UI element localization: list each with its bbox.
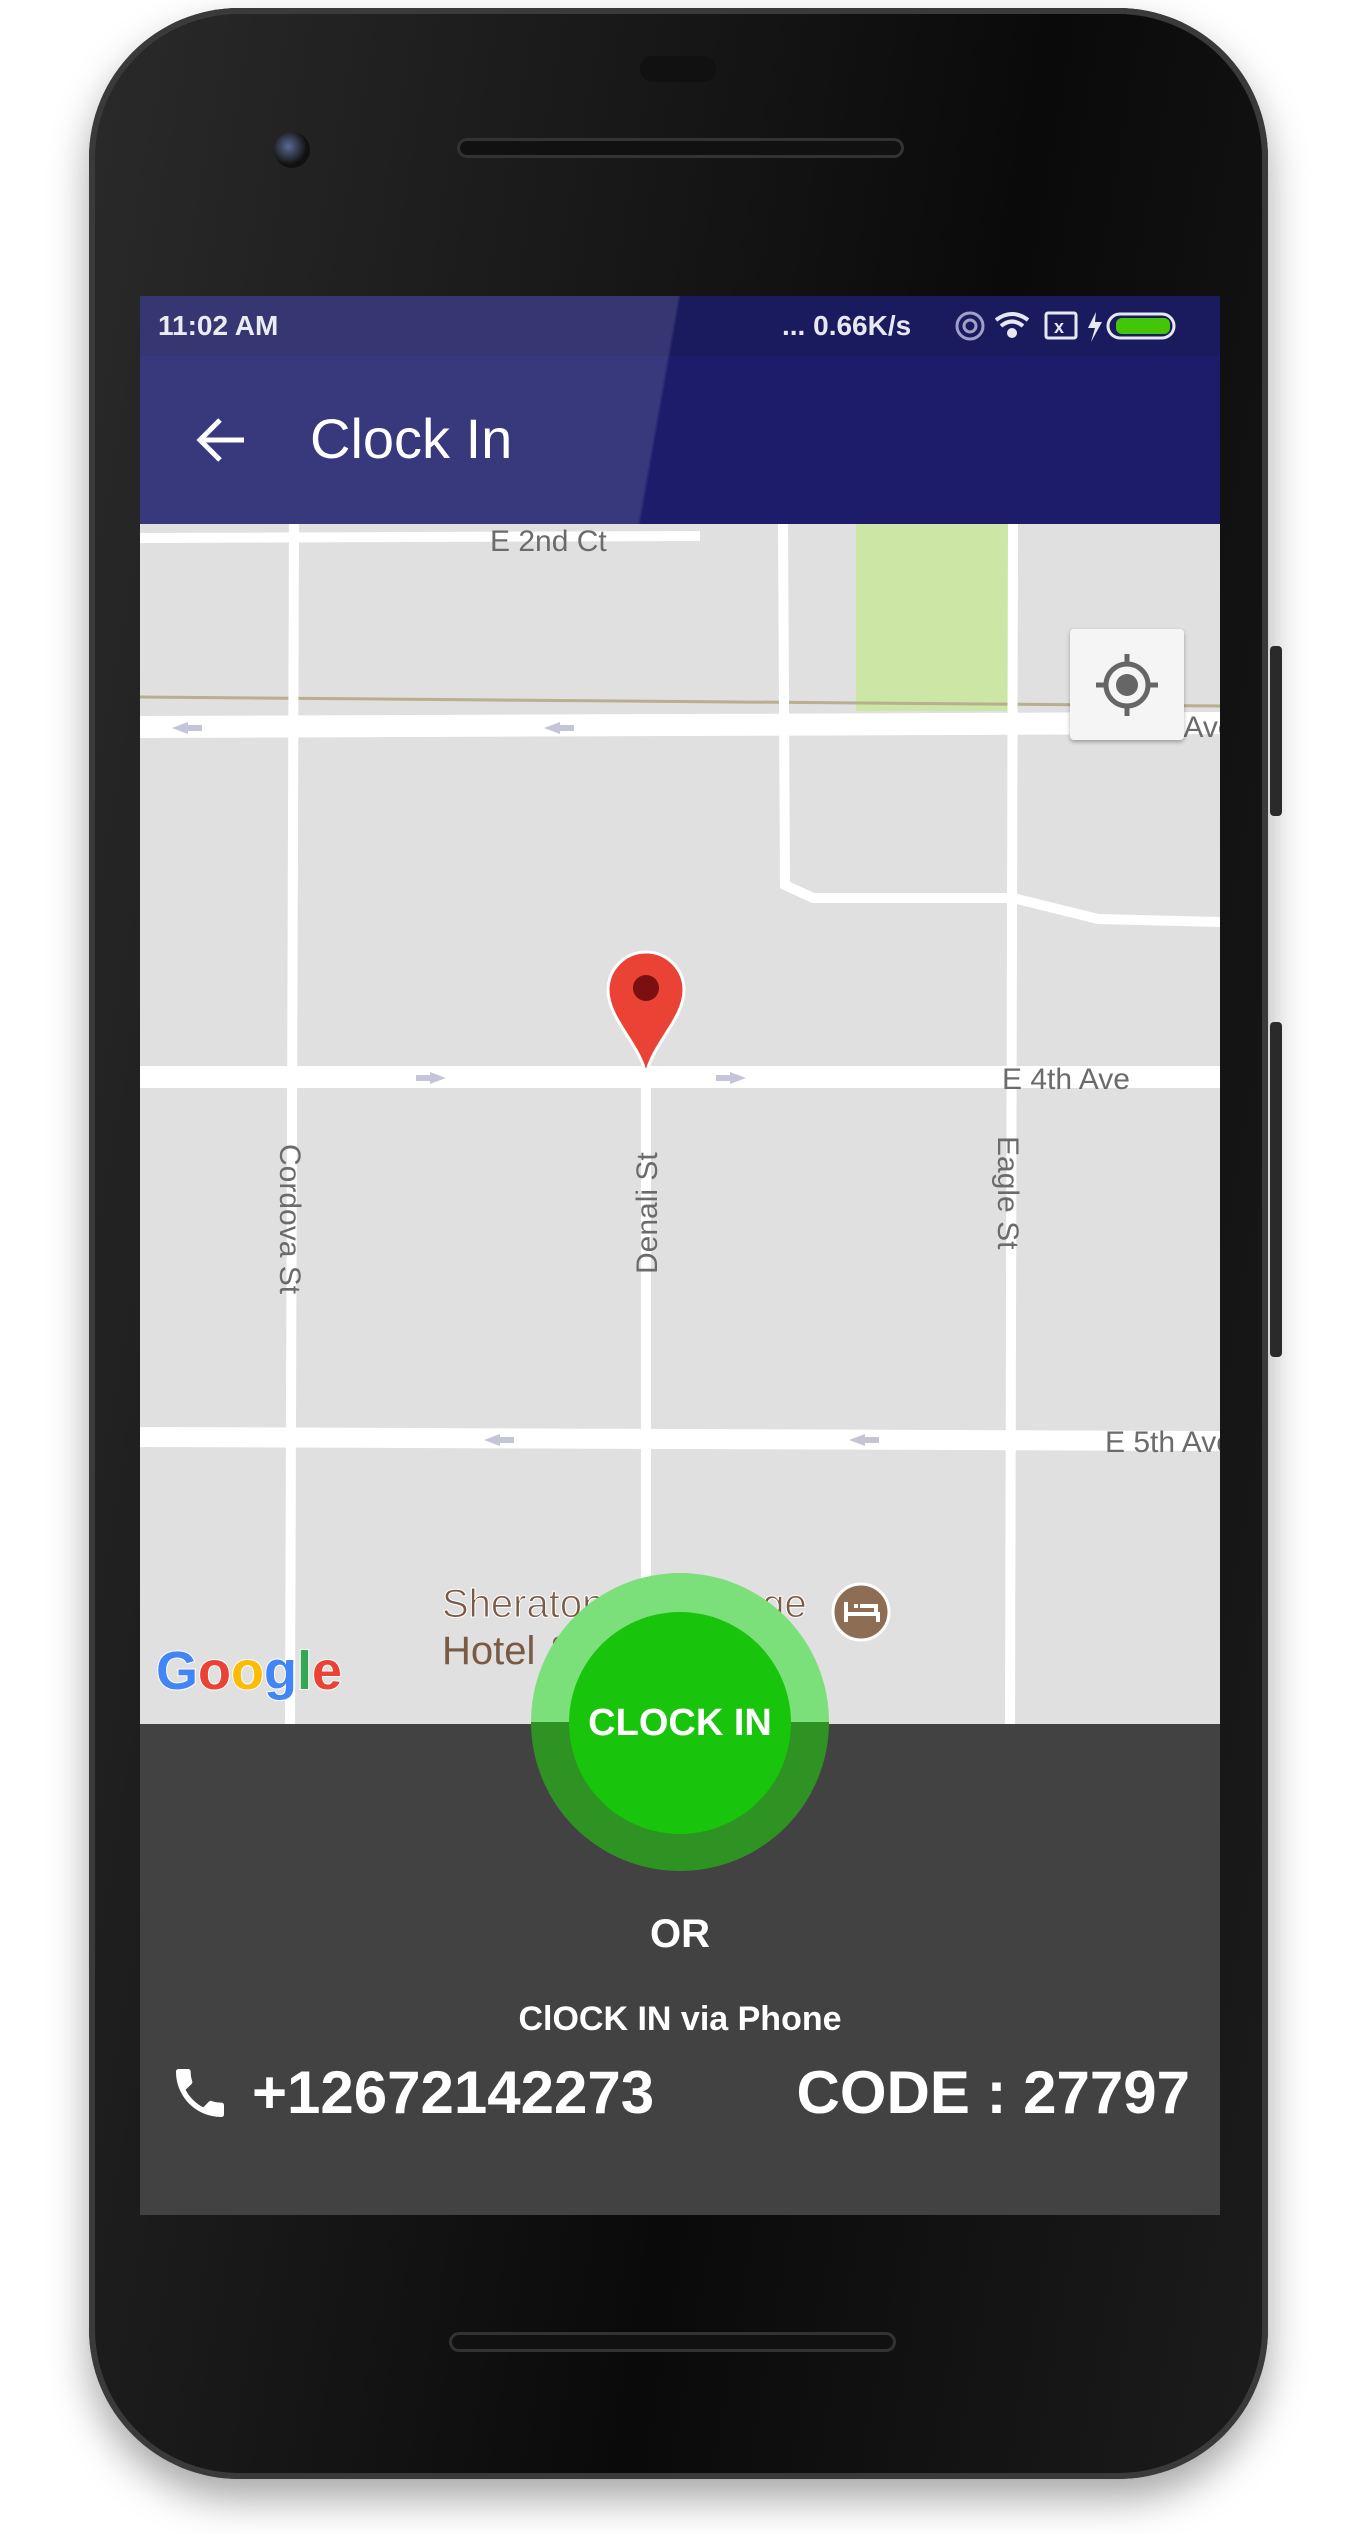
rail-line bbox=[140, 695, 1220, 708]
location-marker[interactable] bbox=[606, 950, 686, 1076]
street-label-e4th: E 4th Ave bbox=[1002, 1063, 1130, 1096]
volume-button bbox=[1270, 646, 1282, 816]
svg-text:x: x bbox=[1054, 317, 1064, 337]
arrow-left-icon[interactable] bbox=[196, 414, 248, 466]
wifi-icon bbox=[994, 312, 1030, 338]
earpiece-speaker bbox=[457, 138, 904, 158]
phone-icon bbox=[176, 2069, 224, 2117]
google-logo: Google bbox=[156, 1641, 342, 1701]
map-canvas[interactable]: E 2nd Ct E 3rd Ave E 4th Ave E 5th Ave C… bbox=[140, 523, 1220, 1725]
park-area bbox=[856, 524, 1013, 711]
battery-icon bbox=[1106, 312, 1176, 340]
clock-in-via-phone-label: ClOCK IN via Phone bbox=[518, 2000, 842, 2038]
bottom-speaker bbox=[449, 2332, 896, 2352]
status-bar: 11:02 AM ... 0.66K/s x bbox=[140, 296, 1220, 356]
map-view[interactable]: E 2nd Ct E 3rd Ave E 4th Ave E 5th Ave C… bbox=[140, 523, 1220, 1725]
or-label: OR bbox=[650, 1912, 710, 1956]
street-label-denali: Denali St bbox=[631, 1152, 664, 1274]
status-icons: x bbox=[955, 311, 1176, 342]
screen: 11:02 AM ... 0.66K/s x Clock In E 2nd Ct… bbox=[140, 296, 1220, 2215]
power-button bbox=[1270, 1022, 1282, 1357]
sim-x-icon: x bbox=[1044, 311, 1078, 340]
street-label-cordova: Cordova St bbox=[273, 1144, 306, 1295]
network-speed: ... 0.66K/s bbox=[782, 310, 912, 341]
street-label-e5th: E 5th Ave bbox=[1105, 1426, 1220, 1459]
charging-icon bbox=[1088, 312, 1102, 342]
app-bar bbox=[140, 356, 1220, 524]
street-label-e2nd: E 2nd Ct bbox=[490, 525, 607, 558]
my-location-icon bbox=[1096, 654, 1158, 716]
sensor bbox=[640, 56, 716, 82]
clock-in-code: CODE : 27797 bbox=[796, 2059, 1190, 2126]
hotspot-icon bbox=[955, 311, 985, 341]
phone-number-link[interactable]: +12672142273 bbox=[252, 2058, 654, 2127]
status-time: 11:02 AM bbox=[158, 310, 279, 341]
street-label-eagle: Eagle St bbox=[991, 1136, 1024, 1250]
front-camera bbox=[274, 132, 310, 168]
my-location-button[interactable] bbox=[1070, 629, 1184, 740]
clock-in-button[interactable]: CLOCK IN bbox=[569, 1612, 791, 1834]
page-title: Clock In bbox=[310, 407, 513, 470]
hotel-bed-icon bbox=[831, 1582, 891, 1642]
